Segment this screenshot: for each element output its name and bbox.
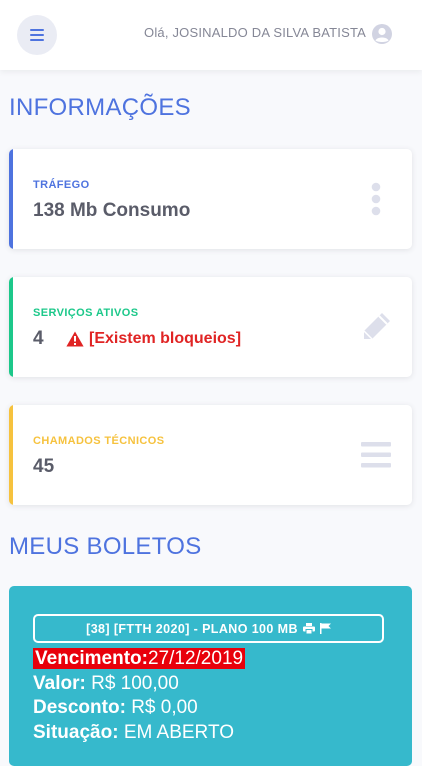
card-accent bbox=[9, 405, 13, 505]
boleto-discount: Desconto: R$ 0,00 bbox=[33, 697, 198, 719]
tickets-label: CHAMADOS TÉCNICOS bbox=[33, 435, 165, 447]
boletos-section-title: MEUS BOLETOS bbox=[9, 533, 202, 560]
user-greeting[interactable]: Olá, JOSINALDO DA SILVA BATISTA bbox=[144, 25, 366, 40]
boleto-plan-badge[interactable]: [38] [FTTH 2020] - PLANO 100 MB bbox=[33, 614, 384, 643]
more-options-button[interactable] bbox=[358, 181, 394, 217]
user-circle-icon[interactable] bbox=[371, 23, 393, 45]
traffic-label: TRÁFEGO bbox=[33, 179, 90, 191]
due-value: 27/12/2019 bbox=[147, 648, 244, 669]
pencil-icon bbox=[363, 313, 390, 340]
warning-triangle-icon bbox=[66, 331, 84, 347]
tech-tickets-card[interactable]: CHAMADOS TÉCNICOS 45 bbox=[9, 405, 412, 505]
block-warning-text: [Existem bloqueios] bbox=[89, 330, 242, 347]
boleto-due-date: Vencimento:27/12/2019 bbox=[33, 648, 246, 670]
card-accent bbox=[9, 277, 13, 377]
bars-icon bbox=[361, 442, 391, 468]
boleto-status: Situação: EM ABERTO bbox=[33, 722, 234, 744]
boleto-card[interactable]: [38] [FTTH 2020] - PLANO 100 MB Vencimen… bbox=[9, 586, 412, 766]
menu-button[interactable] bbox=[17, 15, 57, 55]
discount-label: Desconto: bbox=[33, 697, 126, 718]
traffic-value: 138 Mb Consumo bbox=[33, 200, 191, 221]
printer-icon[interactable] bbox=[302, 623, 315, 634]
services-value: 4 bbox=[33, 328, 44, 349]
active-services-card[interactable]: SERVIÇOS ATIVOS 4 [Existem bloqueios] bbox=[9, 277, 412, 377]
tickets-list-button[interactable] bbox=[358, 437, 394, 473]
card-accent bbox=[9, 149, 13, 249]
block-warning: [Existem bloqueios] bbox=[66, 330, 241, 348]
amount-label: Valor: bbox=[33, 673, 86, 694]
info-section-title: INFORMAÇÕES bbox=[9, 94, 191, 121]
edit-services-button[interactable] bbox=[358, 309, 394, 345]
tickets-value: 45 bbox=[33, 456, 55, 477]
boleto-amount: Valor: R$ 100,00 bbox=[33, 673, 179, 695]
flag-icon[interactable] bbox=[319, 623, 331, 634]
services-label: SERVIÇOS ATIVOS bbox=[33, 307, 139, 319]
top-bar: Olá, JOSINALDO DA SILVA BATISTA bbox=[0, 0, 422, 70]
boleto-plan-text: [38] [FTTH 2020] - PLANO 100 MB bbox=[86, 621, 298, 636]
discount-value: R$ 0,00 bbox=[131, 697, 198, 718]
status-value: EM ABERTO bbox=[123, 722, 234, 743]
status-label: Situação: bbox=[33, 722, 119, 743]
traffic-card[interactable]: TRÁFEGO 138 Mb Consumo bbox=[9, 149, 412, 249]
due-label: Vencimento: bbox=[35, 648, 148, 669]
hamburger-icon bbox=[30, 29, 44, 41]
amount-value: R$ 100,00 bbox=[91, 673, 179, 694]
ellipsis-vertical-icon bbox=[371, 182, 381, 216]
